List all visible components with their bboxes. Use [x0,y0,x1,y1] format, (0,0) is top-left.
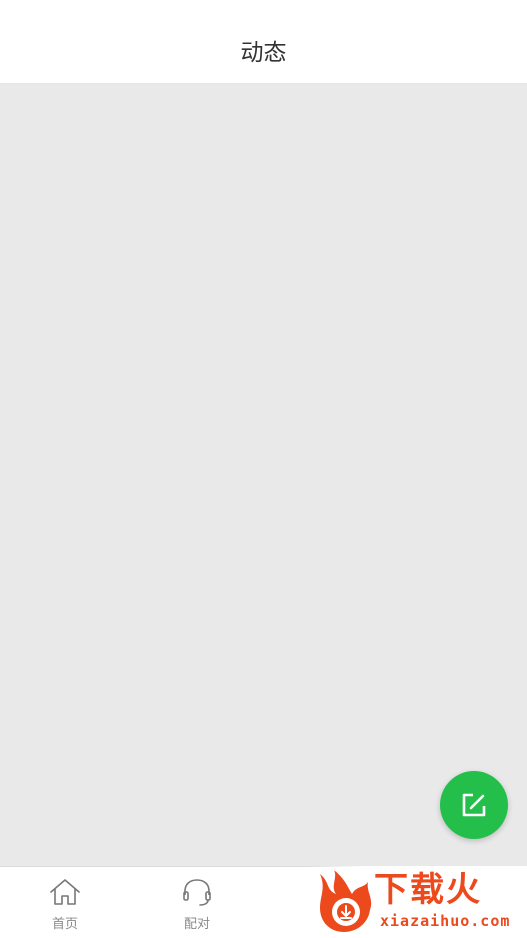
watermark-domain: xiazaihuo.com [380,912,511,930]
headset-icon [183,879,211,906]
flame-logo-icon [320,870,372,932]
watermark-brand: 下载火 [374,870,482,910]
tab-pair[interactable]: 配对 [157,867,237,938]
tab-pair-label: 配对 [183,917,210,932]
home-icon [50,879,80,905]
feed-area[interactable] [0,84,527,866]
app-header: 动态 [0,0,527,84]
page-title: 动态 [240,40,287,66]
edit-icon [462,793,486,817]
tab-home[interactable]: 首页 [25,867,105,938]
watermark: 下载火 xiazaihuo.com [308,866,527,937]
tab-home-label: 首页 [51,917,78,932]
compose-post-button[interactable] [440,771,508,839]
